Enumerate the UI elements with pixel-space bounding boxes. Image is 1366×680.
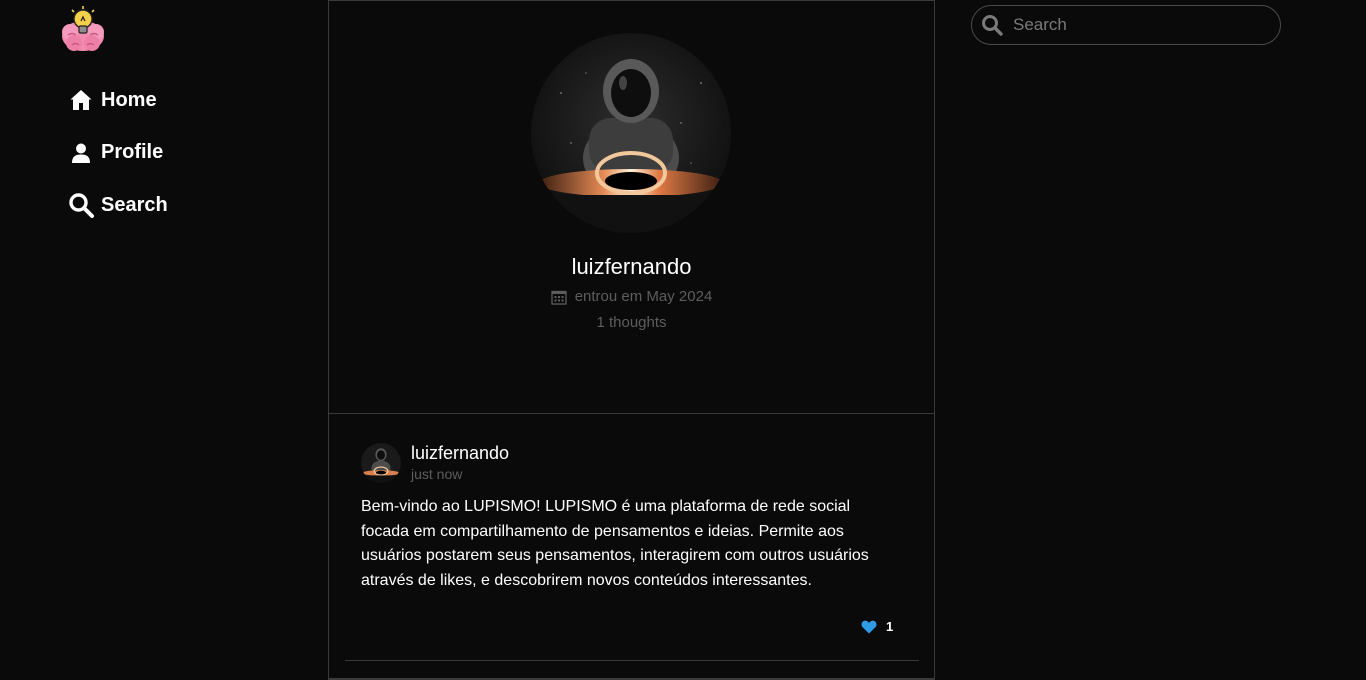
like-count: 1 bbox=[886, 619, 894, 634]
profile-username: luizfernando bbox=[571, 254, 692, 279]
profile-thoughts-count: 1 thoughts bbox=[596, 314, 667, 331]
search-icon bbox=[981, 14, 1003, 36]
astronaut-black-hole-avatar-icon bbox=[531, 33, 731, 233]
post-author-name[interactable]: luizfernando bbox=[411, 443, 509, 464]
app-root: Home Profile Search luizfernando entrou … bbox=[0, 0, 1366, 680]
nav-item-label: Profile bbox=[101, 141, 164, 163]
search-bar[interactable] bbox=[971, 5, 1281, 45]
astronaut-black-hole-avatar-icon bbox=[361, 443, 401, 483]
like-button[interactable]: 1 bbox=[861, 619, 893, 634]
search-input[interactable] bbox=[1013, 6, 1280, 44]
profile-feed-column: luizfernando entrou em May 2024 1 though… bbox=[328, 0, 935, 680]
sidebar-nav: Home Profile Search bbox=[68, 86, 168, 244]
heart-icon bbox=[861, 620, 877, 634]
search-icon bbox=[68, 192, 94, 218]
nav-item-label: Home bbox=[101, 88, 157, 111]
post-separator bbox=[345, 660, 919, 661]
calendar-icon bbox=[551, 289, 567, 305]
nav-item-home[interactable]: Home bbox=[68, 86, 168, 114]
user-icon bbox=[68, 140, 94, 166]
joined-text: entrou em May 2024 bbox=[574, 288, 713, 305]
post-timestamp: just now bbox=[411, 466, 463, 482]
profile-joined-date: entrou em May 2024 bbox=[329, 288, 934, 305]
column-top-border bbox=[329, 0, 934, 1]
post-author-avatar[interactable] bbox=[361, 443, 401, 483]
nav-item-label: Search bbox=[101, 193, 168, 216]
profile-avatar[interactable] bbox=[531, 33, 731, 233]
brain-bulb-logo-icon[interactable] bbox=[60, 5, 106, 53]
nav-item-search[interactable]: Search bbox=[68, 191, 168, 219]
thought-post: luizfernando just now Bem-vindo ao LUPIS… bbox=[329, 414, 934, 680]
home-icon bbox=[68, 87, 94, 113]
nav-item-profile[interactable]: Profile bbox=[68, 139, 168, 167]
post-body: Bem-vindo ao LUPISMO! LUPISMO é uma plat… bbox=[361, 498, 869, 589]
